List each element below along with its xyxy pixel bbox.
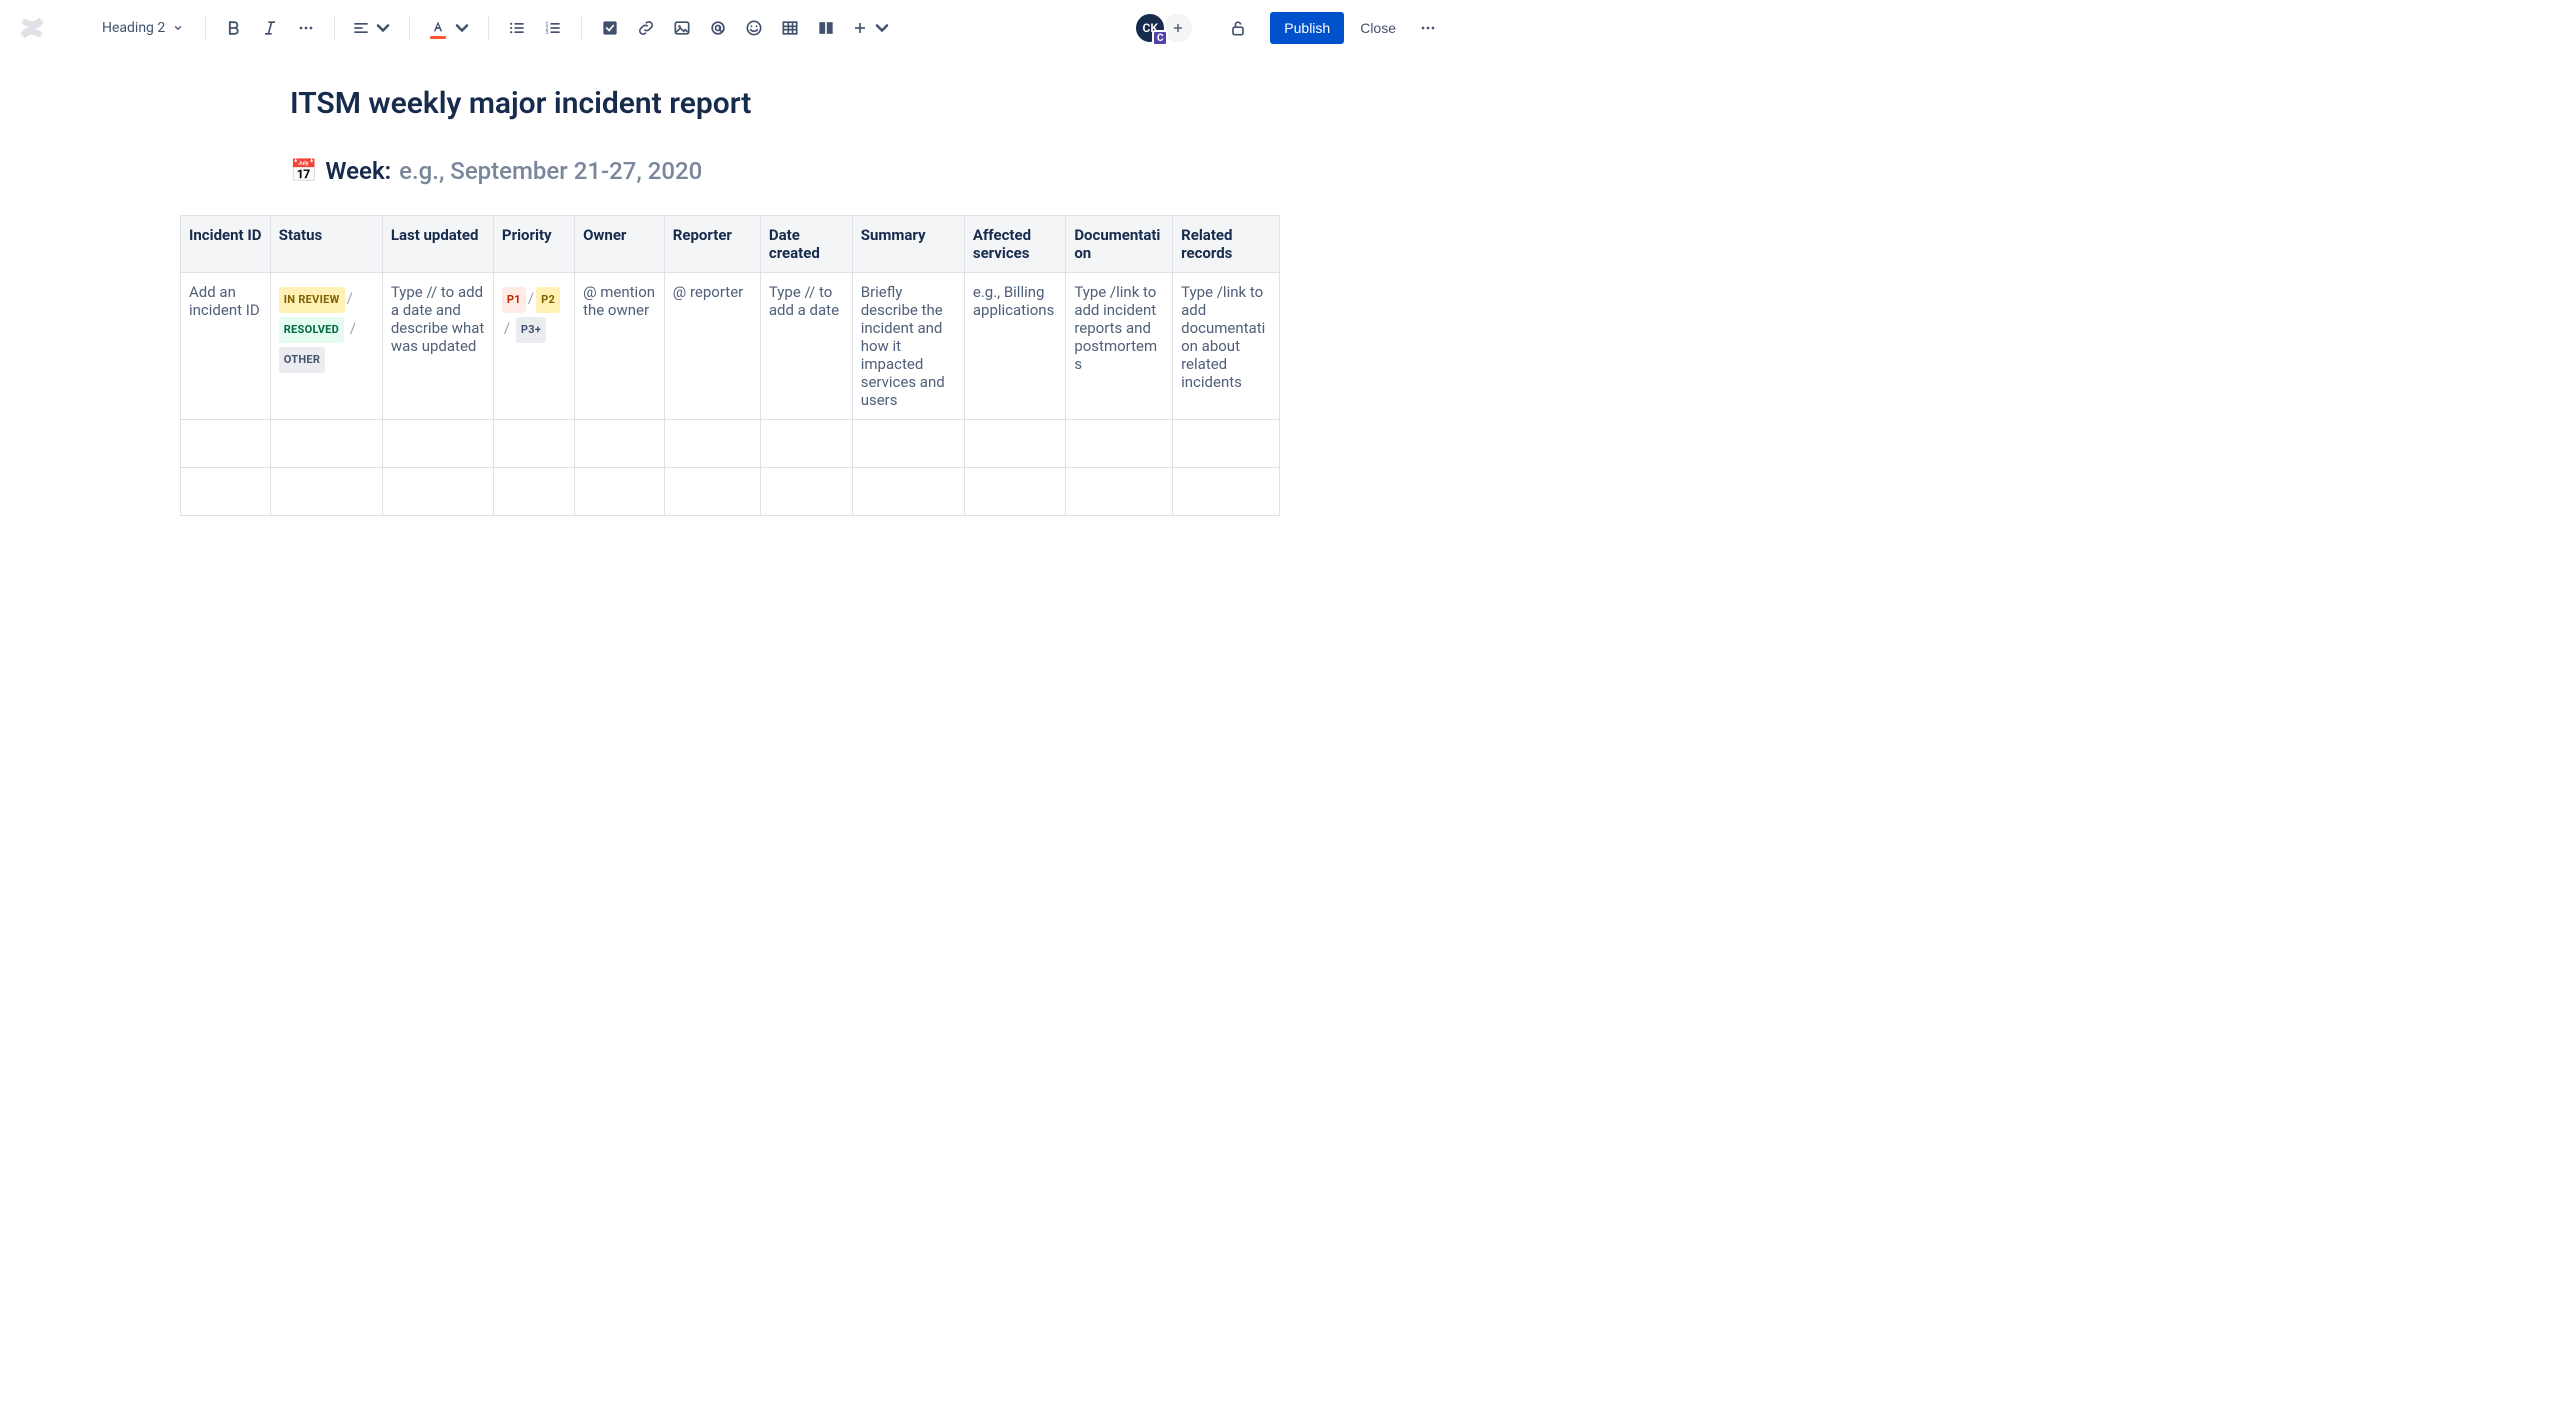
restrictions-button[interactable] bbox=[1222, 12, 1254, 44]
numbered-list-button[interactable]: 123 bbox=[537, 12, 569, 44]
table-header[interactable]: Related records bbox=[1173, 216, 1280, 273]
svg-text:3: 3 bbox=[546, 30, 549, 36]
table-header[interactable]: Last updated bbox=[382, 216, 493, 273]
week-label: Week: bbox=[325, 157, 391, 185]
collaborators: CK C bbox=[1134, 12, 1194, 44]
page-title[interactable]: ITSM weekly major incident report bbox=[290, 86, 1280, 121]
cell-related[interactable]: Type /link to add documentation about re… bbox=[1173, 273, 1280, 420]
cell-status[interactable]: IN REVIEW/ RESOLVED / OTHER bbox=[270, 273, 382, 420]
chevron-down-icon bbox=[373, 18, 393, 38]
close-button[interactable]: Close bbox=[1348, 12, 1408, 44]
italic-button[interactable] bbox=[254, 12, 286, 44]
table-header[interactable]: Owner bbox=[575, 216, 665, 273]
table-row[interactable]: Add an incident ID IN REVIEW/ RESOLVED /… bbox=[181, 273, 1280, 420]
editor-toolbar: Heading 2 123 CK C bbox=[0, 0, 1460, 56]
chevron-down-icon bbox=[452, 18, 472, 38]
text-style-dropdown[interactable]: Heading 2 bbox=[92, 14, 193, 42]
alignment-button[interactable] bbox=[347, 12, 397, 44]
table-header[interactable]: Priority bbox=[493, 216, 574, 273]
cell-summary[interactable]: Briefly describe the incident and how it… bbox=[852, 273, 964, 420]
user-avatar[interactable]: CK C bbox=[1134, 12, 1166, 44]
mention-button[interactable] bbox=[702, 12, 734, 44]
table-button[interactable] bbox=[774, 12, 806, 44]
cell-priority[interactable]: P1/P2 / P3+ bbox=[493, 273, 574, 420]
week-placeholder: e.g., September 21-27, 2020 bbox=[399, 157, 702, 185]
table-header[interactable]: Reporter bbox=[664, 216, 760, 273]
table-header[interactable]: Date created bbox=[760, 216, 852, 273]
status-lozenge-resolved[interactable]: RESOLVED bbox=[279, 317, 344, 343]
table-header[interactable]: Status bbox=[270, 216, 382, 273]
avatar-badge: C bbox=[1152, 30, 1168, 46]
chevron-down-icon bbox=[872, 18, 892, 38]
table-header[interactable]: Incident ID bbox=[181, 216, 271, 273]
emoji-button[interactable] bbox=[738, 12, 770, 44]
calendar-icon: 📅 bbox=[290, 159, 317, 184]
cell-last-updated[interactable]: Type // to add a date and describe what … bbox=[382, 273, 493, 420]
table-header[interactable]: Affected services bbox=[964, 216, 1065, 273]
incident-table[interactable]: Incident IDStatusLast updatedPriorityOwn… bbox=[180, 215, 1280, 516]
table-row[interactable] bbox=[181, 468, 1280, 516]
separator bbox=[409, 16, 410, 40]
more-actions-button[interactable] bbox=[1412, 12, 1444, 44]
publish-button[interactable]: Publish bbox=[1270, 12, 1344, 44]
layouts-button[interactable] bbox=[810, 12, 842, 44]
cell-owner[interactable]: @ mention the owner bbox=[575, 273, 665, 420]
cell-documentation[interactable]: Type /link to add incident reports and p… bbox=[1066, 273, 1173, 420]
table-header-row: Incident IDStatusLast updatedPriorityOwn… bbox=[181, 216, 1280, 273]
separator bbox=[205, 16, 206, 40]
cell-affected[interactable]: e.g., Billing applications bbox=[964, 273, 1065, 420]
separator bbox=[581, 16, 582, 40]
priority-lozenge-p2[interactable]: P2 bbox=[536, 287, 560, 313]
separator bbox=[488, 16, 489, 40]
bold-button[interactable] bbox=[218, 12, 250, 44]
status-lozenge-inreview[interactable]: IN REVIEW bbox=[279, 287, 345, 313]
table-header[interactable]: Documentation bbox=[1066, 216, 1173, 273]
cell-date-created[interactable]: Type // to add a date bbox=[760, 273, 852, 420]
link-button[interactable] bbox=[630, 12, 662, 44]
text-style-label: Heading 2 bbox=[102, 20, 165, 36]
status-lozenge-other[interactable]: OTHER bbox=[279, 347, 326, 373]
confluence-logo bbox=[16, 12, 48, 44]
insert-more-button[interactable] bbox=[846, 12, 896, 44]
cell-reporter[interactable]: @ reporter bbox=[664, 273, 760, 420]
cell-incident-id[interactable]: Add an incident ID bbox=[181, 273, 271, 420]
action-item-button[interactable] bbox=[594, 12, 626, 44]
chevron-down-icon bbox=[173, 23, 183, 33]
separator bbox=[334, 16, 335, 40]
table-header[interactable]: Summary bbox=[852, 216, 964, 273]
table-row[interactable] bbox=[181, 420, 1280, 468]
image-button[interactable] bbox=[666, 12, 698, 44]
page-content[interactable]: ITSM weekly major incident report 📅 Week… bbox=[0, 56, 1460, 556]
priority-lozenge-p3[interactable]: P3+ bbox=[516, 317, 546, 343]
bullet-list-button[interactable] bbox=[501, 12, 533, 44]
more-formatting-button[interactable] bbox=[290, 12, 322, 44]
text-color-button[interactable] bbox=[422, 12, 476, 44]
week-heading[interactable]: 📅 Week: e.g., September 21-27, 2020 bbox=[290, 157, 1280, 185]
priority-lozenge-p1[interactable]: P1 bbox=[502, 287, 526, 313]
